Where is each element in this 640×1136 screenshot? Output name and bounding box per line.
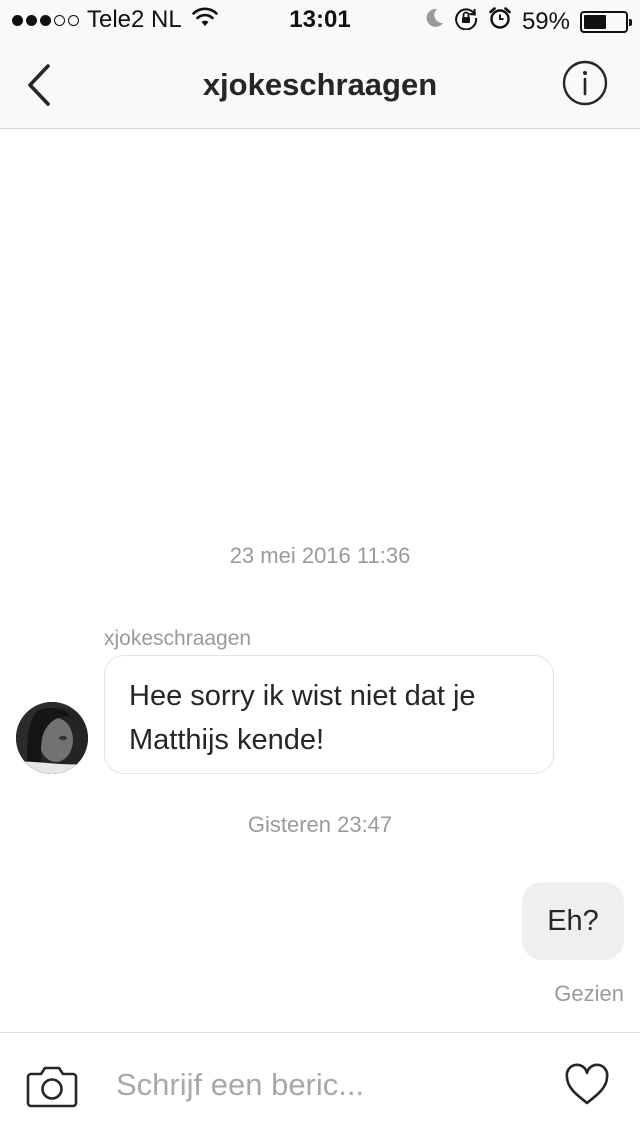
info-icon [562, 60, 608, 106]
info-button[interactable] [562, 60, 608, 106]
camera-icon [26, 1066, 78, 1108]
heart-icon [565, 1063, 609, 1105]
direct-message-screen: Tele2 NL 13:01 59% xjokeschraagen 23 mei… [0, 0, 640, 1136]
status-bar: Tele2 NL 13:01 59% [0, 0, 640, 40]
status-right: 59% [424, 6, 632, 37]
battery-percentage: 59% [521, 7, 570, 35]
seen-status: Gezien [554, 981, 624, 1006]
moon-icon [424, 7, 444, 36]
sender-name: xjokeschraagen [104, 627, 252, 650]
avatar[interactable] [16, 702, 88, 774]
message-input[interactable] [116, 1061, 516, 1109]
message-timestamp: Gisteren 23:47 [247, 812, 393, 837]
battery-level-fill [584, 14, 606, 29]
message-text-line: Hee sorry ik wist niet dat je [129, 680, 476, 712]
message-timestamp: 23 mei 2016 11:36 [229, 543, 411, 568]
alarm-icon [488, 6, 512, 37]
outgoing-message-bubble[interactable]: Eh? [522, 882, 624, 960]
message-composer [0, 1032, 640, 1136]
message-text: Eh? [547, 904, 599, 937]
incoming-message-bubble[interactable]: Hee sorry ik wist niet dat je Matthijs k… [104, 655, 554, 774]
conversation-title[interactable]: xjokeschraagen [0, 67, 640, 103]
like-button[interactable] [564, 1063, 610, 1107]
rotation-lock-icon [454, 6, 478, 37]
message-text-line: Matthijs kende! [129, 724, 325, 756]
conversation-header: xjokeschraagen [0, 40, 640, 129]
camera-button[interactable] [26, 1064, 78, 1108]
profile-photo [16, 702, 88, 774]
battery-icon [580, 10, 632, 33]
